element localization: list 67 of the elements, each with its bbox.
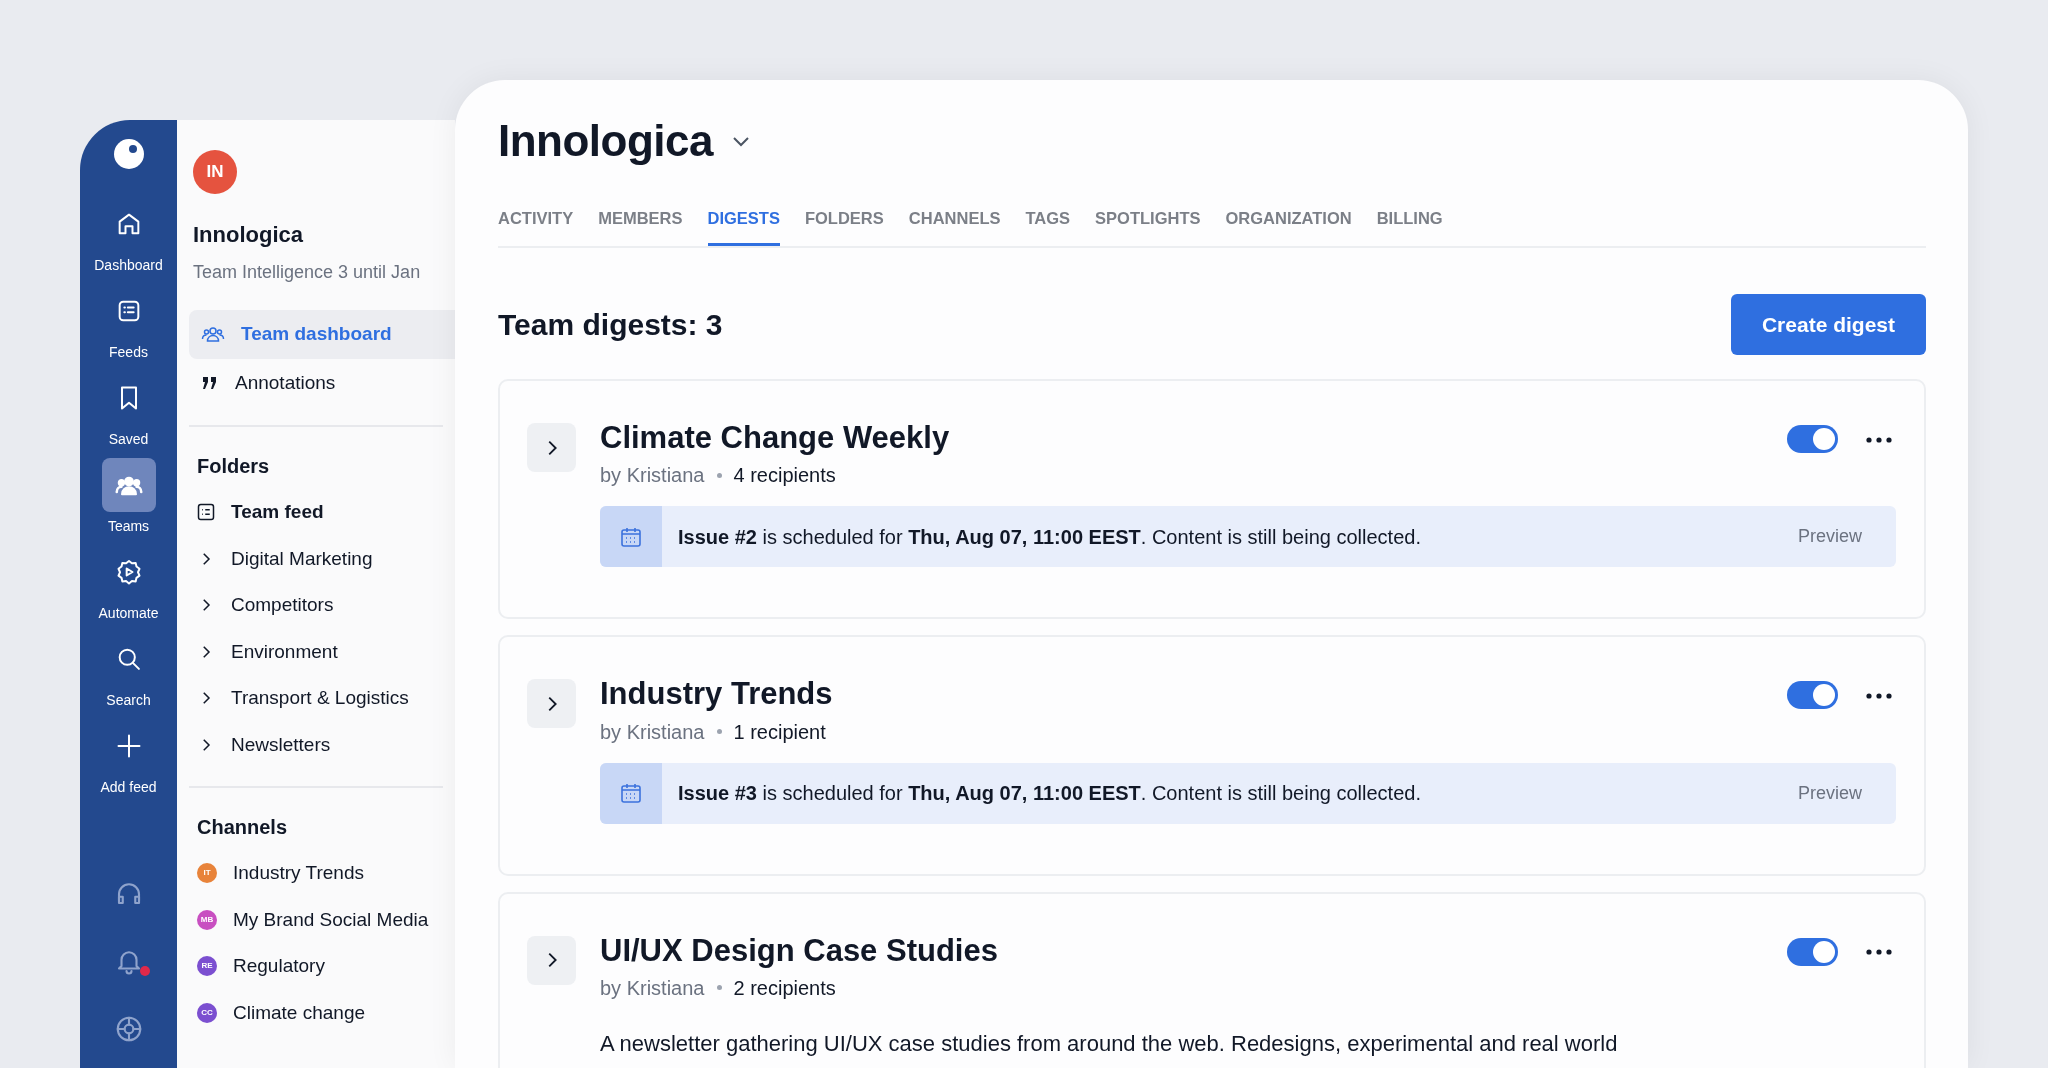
rail-nav-item[interactable]: Automate xyxy=(90,542,167,629)
recipients-count: 2 recipients xyxy=(733,975,836,1001)
folder-item[interactable]: Transport & Logistics xyxy=(197,675,409,722)
digest-title: Industry Trends xyxy=(600,675,833,713)
notice-text: Issue #2 is scheduled for Thu, Aug 07, 11:00 EEST. Content is still being collected. xyxy=(678,524,1422,550)
preview-link[interactable]: Preview xyxy=(1763,523,1896,551)
channel-item[interactable]: CC Climate change xyxy=(197,989,366,1036)
notice-text: Issue #3 is scheduled for Thu, Aug 07, 11:00 EEST. Content is still being collected. xyxy=(678,781,1422,807)
list-icon xyxy=(197,503,215,522)
channel-avatar: IT xyxy=(197,863,217,884)
quote-icon xyxy=(201,374,219,391)
sidebar-nav-item[interactable]: Team dashboard xyxy=(189,310,455,359)
toggle-switch[interactable] xyxy=(1787,937,1838,966)
channel-item[interactable]: IT Industry Trends xyxy=(197,850,364,897)
tab[interactable]: DIGESTS xyxy=(707,198,780,246)
channel-item[interactable]: MB My Brand Social Media xyxy=(197,896,429,943)
tab[interactable]: FOLDERS xyxy=(804,198,884,246)
tab[interactable]: CHANNELS xyxy=(908,198,1001,246)
digest-description: A newsletter gathering UI/UX case studies from around the web. Redesigns, experimental and real world xyxy=(600,1029,1619,1058)
create-digest-button[interactable]: Create digest xyxy=(1730,293,1926,356)
plan-text: Team Intelligence 3 until Jan xyxy=(193,261,422,284)
section-title: Team digests: 3 xyxy=(498,307,723,343)
author-text: by Kristiana xyxy=(600,463,705,489)
separator-dot xyxy=(716,472,722,478)
team-avatar: IN xyxy=(193,150,237,194)
tab[interactable]: ORGANIZATION xyxy=(1225,198,1352,246)
folder-item[interactable]: Digital Marketing xyxy=(197,535,373,582)
section-heading: Channels xyxy=(197,815,289,840)
folder-item[interactable]: Team feed xyxy=(197,489,324,536)
page-title: Innologica xyxy=(498,115,713,167)
channel-avatar: RE xyxy=(197,956,217,977)
recipients-count: 1 recipient xyxy=(733,719,826,745)
rail-nav-item[interactable]: Saved xyxy=(90,368,167,455)
channel-item[interactable]: RE Regulatory xyxy=(197,943,325,990)
folder-item[interactable]: Competitors xyxy=(197,582,334,629)
author-text: by Kristiana xyxy=(600,719,705,745)
tab[interactable]: TAGS xyxy=(1025,198,1071,246)
recipients-count: 4 recipients xyxy=(733,463,836,489)
preview-link[interactable]: Preview xyxy=(1763,779,1896,807)
tab[interactable]: BILLING xyxy=(1376,198,1443,246)
tab[interactable]: SPOTLIGHTS xyxy=(1095,198,1201,246)
folder-item[interactable]: Newsletters xyxy=(197,721,331,768)
logo-icon[interactable] xyxy=(112,138,145,170)
rail-nav-item[interactable]: Feeds xyxy=(90,281,167,368)
tab[interactable]: ACTIVITY xyxy=(498,198,574,246)
digest-title: Climate Change Weekly xyxy=(600,419,950,457)
rail-nav-item[interactable]: Teams xyxy=(90,455,167,542)
more-icon xyxy=(1866,437,1892,443)
channel-avatar: MB xyxy=(197,909,217,930)
calendar-icon xyxy=(619,781,643,806)
rail-nav-item[interactable]: Dashboard xyxy=(90,194,167,281)
more-icon xyxy=(1866,693,1892,700)
rail-nav-item[interactable]: Add feed xyxy=(90,716,167,803)
channel-avatar: CC xyxy=(197,1002,217,1023)
sidebar-nav-item[interactable]: Annotations xyxy=(189,358,455,407)
toggle-switch[interactable] xyxy=(1787,425,1838,454)
separator-dot xyxy=(716,729,722,735)
author-text: by Kristiana xyxy=(600,975,705,1001)
separator-dot xyxy=(716,985,722,991)
digest-title: UI/UX Design Case Studies xyxy=(600,931,998,969)
tab[interactable]: MEMBERS xyxy=(598,198,683,246)
folder-item[interactable]: Environment xyxy=(197,628,338,675)
toggle-switch[interactable] xyxy=(1787,681,1838,710)
team-name: Innologica xyxy=(193,221,304,249)
rail-nav-item[interactable]: Search xyxy=(90,629,167,716)
more-icon xyxy=(1866,949,1892,956)
section-heading: Folders xyxy=(197,454,271,479)
